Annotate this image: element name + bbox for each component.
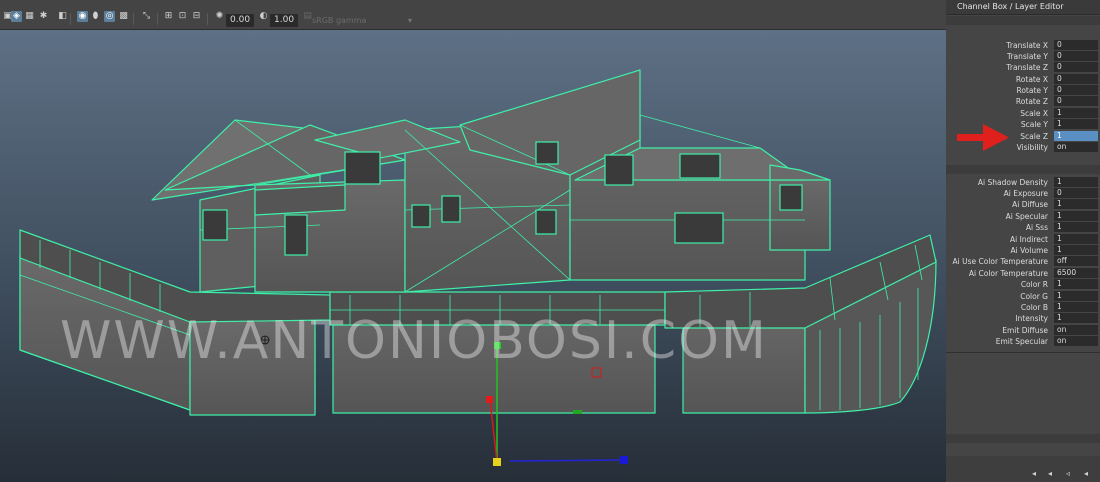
checker-icon[interactable]: ▦ bbox=[24, 11, 35, 22]
attr-translate-y[interactable]: Translate Y 0 bbox=[946, 51, 1100, 62]
watermark-text: WWW.ANTONIOBOSI.COM bbox=[60, 311, 768, 371]
gamma-field[interactable]: 1.00 bbox=[270, 14, 298, 27]
attr-color-g[interactable]: Color G 1 bbox=[946, 291, 1100, 302]
grid-icon[interactable]: ⊞ bbox=[163, 11, 174, 22]
attr-rotate-y[interactable]: Rotate Y 0 bbox=[946, 85, 1100, 96]
attr-color-b[interactable]: Color B 1 bbox=[946, 302, 1100, 313]
light-icon[interactable]: ✱ bbox=[38, 11, 49, 22]
new-layer-icon[interactable]: ◃ bbox=[1066, 470, 1074, 478]
shape-node-band bbox=[946, 165, 1100, 174]
panel-title[interactable]: Channel Box / Layer Editor bbox=[946, 0, 1100, 15]
attr-ai-exposure[interactable]: Ai Exposure 0 bbox=[946, 188, 1100, 199]
gamma-icon[interactable]: ◐ bbox=[258, 11, 269, 22]
layer-editor-band bbox=[946, 434, 1100, 443]
motion-blur-icon[interactable]: ◎ bbox=[104, 11, 115, 22]
new-layer-selected-icon[interactable]: ◂ bbox=[1084, 470, 1092, 478]
ambient-occlusion-icon[interactable]: ⬮ bbox=[90, 11, 101, 22]
attr-rotate-z[interactable]: Rotate Z 0 bbox=[946, 96, 1100, 107]
chevron-down-icon: ▾ bbox=[407, 16, 412, 25]
layer-prev-icon[interactable]: ◂ bbox=[1032, 470, 1040, 478]
wireframe-on-shaded-icon[interactable]: ◈ bbox=[11, 11, 22, 22]
red-arrow-annotation bbox=[957, 124, 1009, 151]
perspective-viewport[interactable] bbox=[0, 30, 946, 482]
isolate-select-icon[interactable]: ⤡ bbox=[141, 11, 152, 22]
color-space-value: sRGB gamma bbox=[312, 16, 367, 25]
resolution-gate-icon[interactable]: ⊟ bbox=[191, 11, 202, 22]
attr-rotate-x[interactable]: Rotate X 0 bbox=[946, 74, 1100, 85]
attr-ai-shadow-density[interactable]: Ai Shadow Density 1 bbox=[946, 177, 1100, 188]
attr-scale-x[interactable]: Scale X 1 bbox=[946, 108, 1100, 119]
exposure-field[interactable]: 0.00 bbox=[226, 14, 254, 27]
attr-ai-color-temperature[interactable]: Ai Color Temperature 6500 bbox=[946, 268, 1100, 279]
viewport-toolbar: ▣ ◈ ▦ ✱ ◧ ◉ ⬮ ◎ ▩ ⤡ ⊞ ⊡ ⊟ ✺ 0.00 ◐ 1.00 … bbox=[0, 0, 946, 30]
attr-ai-volume[interactable]: Ai Volume 1 bbox=[946, 245, 1100, 256]
attr-translate-x[interactable]: Translate X 0 bbox=[946, 40, 1100, 51]
film-gate-icon[interactable]: ⊡ bbox=[177, 11, 188, 22]
layer-editor-toolbar bbox=[946, 456, 1100, 482]
attr-ai-diffuse[interactable]: Ai Diffuse 1 bbox=[946, 199, 1100, 210]
attr-ai-sss[interactable]: Ai Sss 1 bbox=[946, 222, 1100, 233]
layer-next-icon[interactable]: ◂ bbox=[1048, 470, 1056, 478]
attr-emit-specular[interactable]: Emit Specular on bbox=[946, 336, 1100, 347]
object-name-band bbox=[946, 16, 1100, 25]
attr-intensity[interactable]: Intensity 1 bbox=[946, 313, 1100, 324]
attr-translate-z[interactable]: Translate Z 0 bbox=[946, 62, 1100, 73]
panel-divider bbox=[946, 352, 1100, 353]
attr-ai-specular[interactable]: Ai Specular 1 bbox=[946, 211, 1100, 222]
channel-box-panel: Channel Box / Layer Editor Translate X 0… bbox=[946, 0, 1100, 482]
exposure-icon[interactable]: ✺ bbox=[214, 11, 225, 22]
shadow-icon[interactable]: ◧ bbox=[57, 11, 68, 22]
color-space-dropdown[interactable]: sRGB gamma ▾ bbox=[312, 14, 412, 27]
attr-color-r[interactable]: Color R 1 bbox=[946, 279, 1100, 290]
attr-emit-diffuse[interactable]: Emit Diffuse on bbox=[946, 325, 1100, 336]
house-wireframe-model[interactable] bbox=[0, 30, 946, 482]
antialias-icon[interactable]: ▩ bbox=[118, 11, 129, 22]
attr-ai-use-color-temperature[interactable]: Ai Use Color Temperature off bbox=[946, 256, 1100, 267]
attr-ai-indirect[interactable]: Ai Indirect 1 bbox=[946, 234, 1100, 245]
xray-icon[interactable]: ◉ bbox=[77, 11, 88, 22]
